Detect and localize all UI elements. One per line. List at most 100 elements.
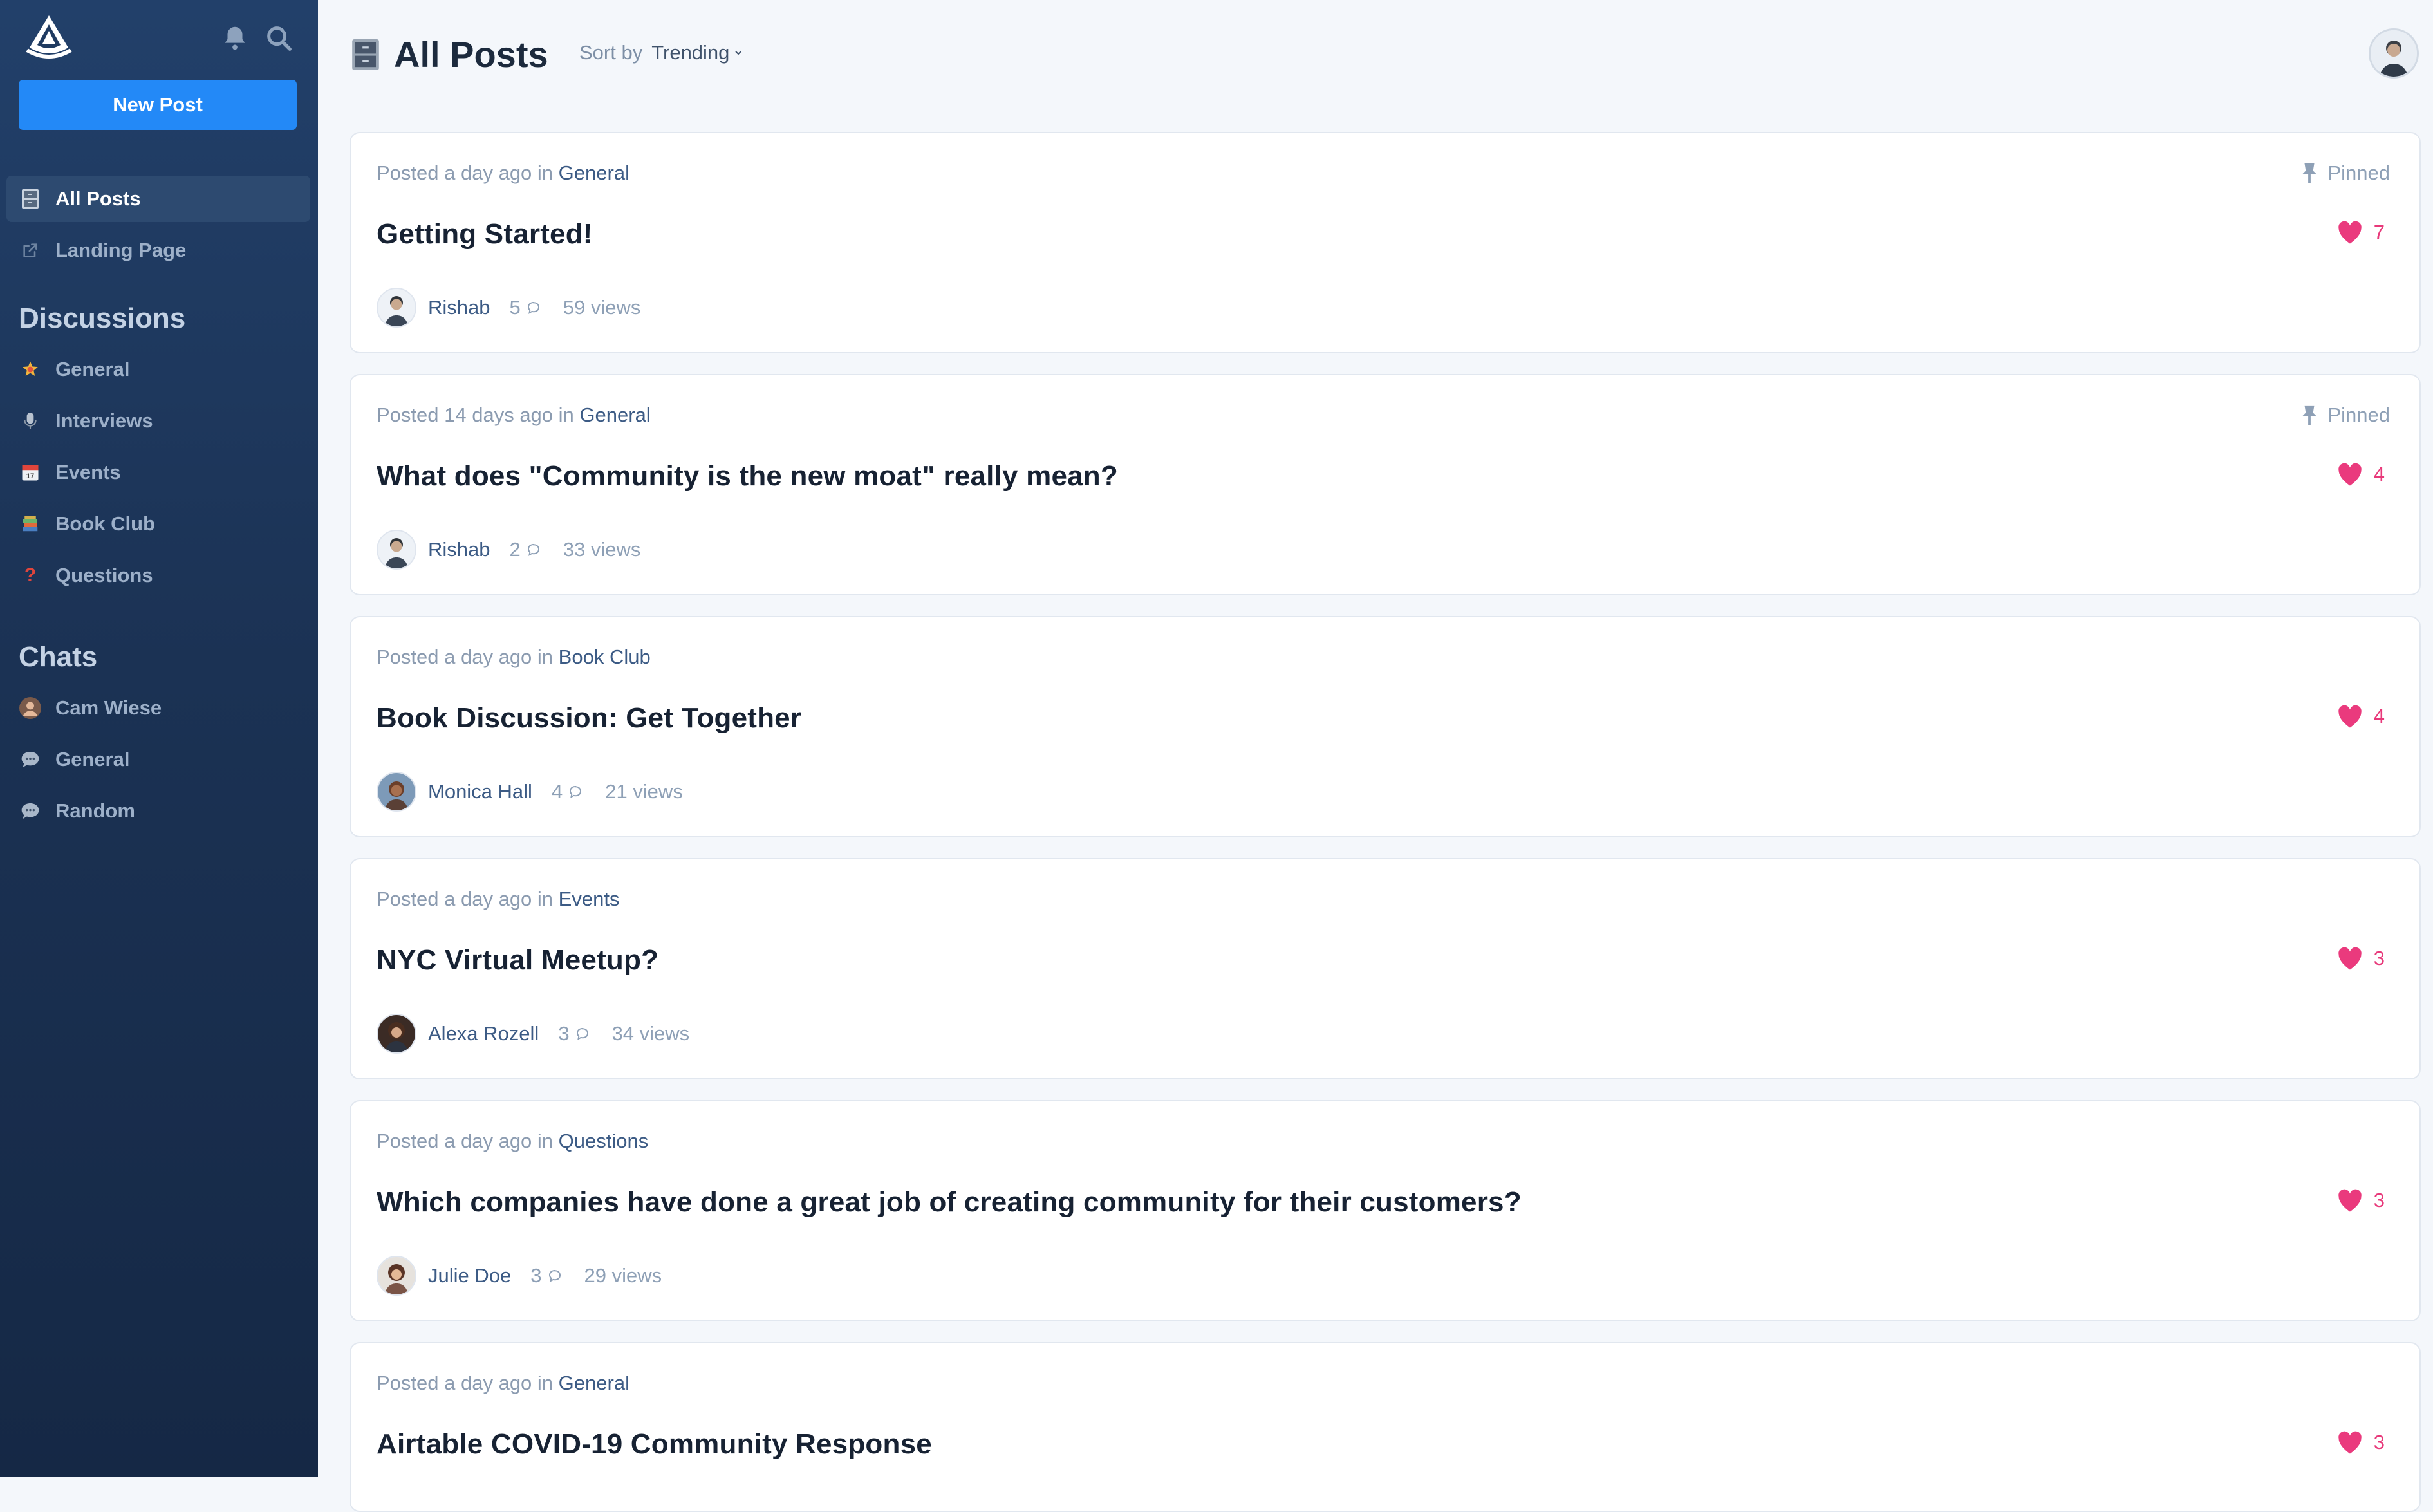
post-meta: Posted a day ago in General [377, 1372, 629, 1395]
comment-icon [527, 543, 539, 556]
chat-item-cam-wiese[interactable]: Cam Wiese [6, 685, 310, 731]
sidebar-item-events[interactable]: 17 Events [6, 449, 310, 496]
heart-icon [2338, 947, 2362, 970]
post-title[interactable]: Book Discussion: Get Together [377, 702, 801, 734]
post-card[interactable]: Posted a day ago in General Pinned Getti… [350, 132, 2421, 353]
avatar[interactable] [377, 530, 416, 570]
like-button[interactable]: 3 [2336, 1188, 2385, 1213]
post-date: Posted a day ago in [377, 162, 554, 184]
post-category-link[interactable]: General [559, 1372, 629, 1394]
view-count: 34 views [611, 1022, 690, 1045]
post-category-link[interactable]: General [579, 404, 650, 426]
avatar[interactable] [377, 288, 416, 328]
comment-count-value: 5 [509, 296, 521, 319]
like-button[interactable]: 7 [2336, 219, 2385, 245]
books-emoji-icon [19, 513, 41, 535]
comment-icon [576, 1027, 588, 1040]
comment-count: 3 [558, 1022, 590, 1045]
post-author-row: Rishab 5 59 views [377, 288, 640, 328]
user-avatar[interactable] [2369, 28, 2419, 79]
like-button[interactable]: 4 [2336, 704, 2385, 729]
like-button[interactable]: 3 [2336, 946, 2385, 971]
post-card[interactable]: Posted a day ago in Questions Which comp… [350, 1100, 2421, 1321]
comment-icon [548, 1269, 561, 1282]
comment-count: 5 [510, 296, 541, 319]
pinned-badge: Pinned [2300, 404, 2390, 427]
post-title[interactable]: What does "Community is the new moat" re… [377, 460, 1118, 492]
author-name[interactable]: Alexa Rozell [428, 1022, 539, 1045]
post-date: Posted a day ago in [377, 888, 554, 910]
chats-heading: Chats [19, 641, 98, 673]
view-count: 29 views [584, 1264, 662, 1287]
comment-count-value: 2 [509, 538, 521, 561]
pin-icon [2302, 163, 2317, 183]
comment-count-value: 3 [530, 1264, 542, 1287]
discussions-heading: Discussions [19, 303, 186, 334]
avatar[interactable] [377, 1256, 416, 1296]
search-icon[interactable] [264, 23, 294, 53]
post-card[interactable]: Posted a day ago in Book Club Book Discu… [350, 616, 2421, 837]
nav-item-label: Book Club [55, 512, 155, 535]
pin-icon [2302, 405, 2317, 425]
sidebar-item-general[interactable]: General [6, 346, 310, 393]
file-cabinet-icon [19, 188, 41, 210]
post-date: Posted a day ago in [377, 1372, 554, 1394]
speech-bubble-emoji-icon [19, 800, 41, 822]
sort-dropdown[interactable]: Sort by Trending [579, 41, 743, 64]
comment-count-value: 4 [551, 780, 563, 803]
chat-item-general[interactable]: General [6, 736, 310, 783]
post-title[interactable]: Airtable COVID-19 Community Response [377, 1428, 932, 1461]
nav-item-label: Landing Page [55, 239, 187, 261]
heart-icon [2338, 463, 2362, 486]
author-name[interactable]: Rishab [428, 538, 490, 561]
new-post-button[interactable]: New Post [19, 80, 297, 130]
post-card[interactable]: Posted 14 days ago in General Pinned Wha… [350, 374, 2421, 595]
svg-text:17: 17 [26, 472, 35, 480]
sidebar-item-questions[interactable]: ? Questions [6, 552, 310, 599]
chevron-down-icon [735, 51, 742, 55]
post-meta: Posted 14 days ago in General [377, 404, 651, 427]
post-card[interactable]: Posted a day ago in Events NYC Virtual M… [350, 858, 2421, 1079]
like-count: 4 [2373, 705, 2385, 727]
post-date: Posted a day ago in [377, 1130, 554, 1152]
bell-icon[interactable] [220, 23, 250, 53]
comment-icon [527, 301, 539, 314]
pinned-badge: Pinned [2300, 162, 2390, 185]
post-category-link[interactable]: Questions [559, 1130, 649, 1152]
author-name[interactable]: Monica Hall [428, 780, 532, 803]
post-category-link[interactable]: General [559, 162, 629, 184]
speech-bubble-emoji-icon [19, 749, 41, 770]
sidebar-item-book-club[interactable]: Book Club [6, 501, 310, 547]
star-emoji-icon [19, 359, 41, 380]
author-name[interactable]: Julie Doe [428, 1264, 511, 1287]
calendar-emoji-icon: 17 [19, 462, 41, 483]
author-name[interactable]: Rishab [428, 296, 490, 319]
file-cabinet-icon [352, 39, 379, 70]
post-category-link[interactable]: Events [559, 888, 620, 910]
like-button[interactable]: 4 [2336, 462, 2385, 487]
comment-count: 2 [510, 538, 541, 561]
chat-item-random[interactable]: Random [6, 788, 310, 834]
heart-icon [2338, 705, 2362, 728]
sidebar-item-interviews[interactable]: Interviews [6, 398, 310, 444]
post-title[interactable]: Which companies have done a great job of… [377, 1186, 1522, 1218]
nav-item-label: General [55, 748, 130, 770]
post-title[interactable]: Getting Started! [377, 218, 593, 250]
post-title[interactable]: NYC Virtual Meetup? [377, 944, 658, 976]
nav-item-label: General [55, 358, 130, 380]
post-card[interactable]: Posted a day ago in General Airtable COV… [350, 1342, 2421, 1512]
like-count: 3 [2373, 1189, 2385, 1211]
pinned-label: Pinned [2327, 404, 2390, 426]
community-logo-icon[interactable] [23, 12, 75, 63]
avatar[interactable] [377, 772, 416, 812]
post-category-link[interactable]: Book Club [559, 646, 651, 668]
comment-count-value: 3 [558, 1022, 570, 1045]
post-meta: Posted a day ago in Events [377, 888, 619, 911]
post-meta: Posted a day ago in Book Club [377, 646, 651, 669]
nav-item-landing-page[interactable]: Landing Page [6, 227, 310, 274]
like-button[interactable]: 3 [2336, 1430, 2385, 1455]
nav-item-all-posts[interactable]: All Posts [6, 176, 310, 222]
post-author-row: Monica Hall 4 21 views [377, 772, 683, 812]
avatar[interactable] [377, 1014, 416, 1054]
view-count: 21 views [605, 780, 683, 803]
